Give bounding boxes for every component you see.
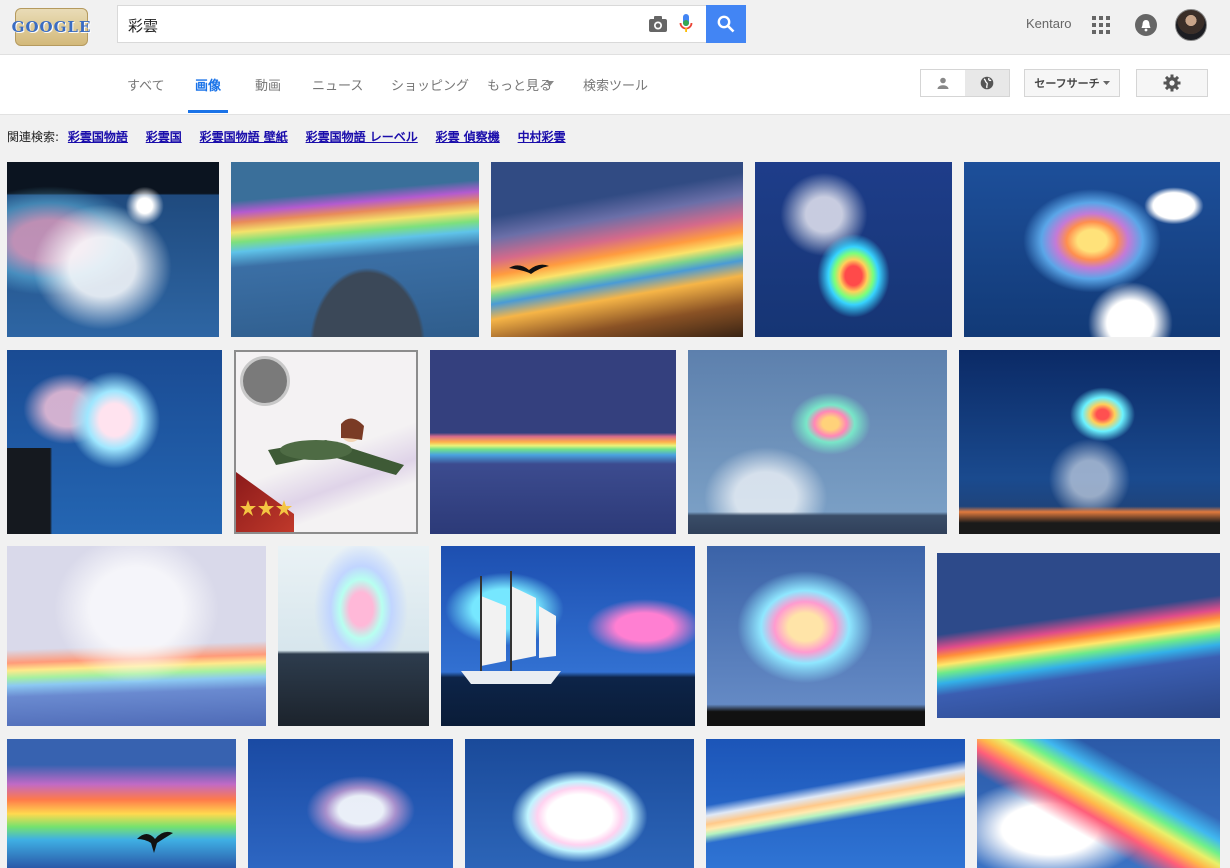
- tab-news[interactable]: ニュース: [312, 75, 363, 113]
- related-link[interactable]: 彩雲国物語 壁紙: [200, 130, 288, 144]
- globe-icon: [980, 76, 994, 90]
- tab-shopping[interactable]: ショッピング: [391, 75, 469, 113]
- image-iridescent-arc[interactable]: [231, 162, 479, 337]
- related-link[interactable]: 彩雲国物語: [68, 130, 128, 144]
- search-box[interactable]: [117, 5, 707, 43]
- image-rainbow-band[interactable]: [430, 350, 676, 534]
- google-logo[interactable]: GOOGLE: [12, 8, 90, 46]
- stars-icon: [240, 500, 292, 516]
- image-bright-rainbow-clouds[interactable]: [977, 739, 1220, 868]
- image-thin-rainbow-streak[interactable]: [688, 350, 947, 534]
- personal-results-button[interactable]: [921, 70, 965, 96]
- search-button[interactable]: [706, 5, 746, 43]
- related-link[interactable]: 彩雲国物語 レーベル: [306, 130, 418, 144]
- gear-icon: [1163, 74, 1181, 92]
- notifications-bell-icon[interactable]: [1135, 14, 1157, 36]
- related-link[interactable]: 彩雲 偵察機: [436, 130, 500, 144]
- tab-search-tools[interactable]: 検索ツール: [583, 75, 648, 113]
- tab-all[interactable]: すべて: [127, 75, 165, 113]
- related-searches: 関連検索: 彩雲国物語 彩雲国 彩雲国物語 壁紙 彩雲国物語 レーベル 彩雲 偵…: [7, 128, 580, 145]
- top-bar: GOOGLE Kentaro: [0, 0, 1230, 55]
- image-iridescent-cloud-sun[interactable]: [7, 162, 219, 337]
- chevron-down-icon: [546, 81, 554, 86]
- safesearch-button[interactable]: セーフサーチ: [1024, 69, 1120, 97]
- apps-grid-icon[interactable]: [1092, 16, 1110, 34]
- image-sunset-rainbow-bird[interactable]: [491, 162, 743, 337]
- image-night-rainbow-swirl[interactable]: [959, 350, 1220, 534]
- image-pastel-clouds-trees[interactable]: [707, 546, 925, 726]
- bird-icon: [509, 264, 549, 274]
- tab-more[interactable]: もっと見る: [487, 75, 552, 113]
- nav-bar: すべて 画像 動画 ニュース ショッピング もっと見る 検索ツール セーフサーチ: [0, 55, 1230, 115]
- avatar[interactable]: [1175, 9, 1207, 41]
- global-results-button[interactable]: [965, 70, 1009, 96]
- search-input[interactable]: [126, 10, 640, 40]
- camera-icon[interactable]: [648, 15, 668, 33]
- image-cloud-building[interactable]: [7, 350, 222, 534]
- image-tall-ship[interactable]: [441, 546, 695, 726]
- microphone-icon[interactable]: [679, 13, 693, 35]
- image-vivid-rainbow-band[interactable]: [937, 553, 1220, 718]
- tab-images[interactable]: 画像: [188, 75, 229, 113]
- related-link[interactable]: 彩雲国: [146, 130, 182, 144]
- safesearch-label: セーフサーチ: [1034, 77, 1100, 90]
- image-wispy-rainbow[interactable]: [248, 739, 453, 868]
- image-mountain-iridescent[interactable]: [278, 546, 429, 726]
- user-name[interactable]: Kentaro: [1026, 16, 1072, 31]
- image-pastel-rainbow[interactable]: [7, 546, 266, 726]
- bird-icon: [137, 831, 173, 853]
- logo-text: GOOGLE: [11, 18, 92, 36]
- image-fire-rainbow-feathers[interactable]: [964, 162, 1220, 337]
- results-filter-toggle: [920, 69, 1010, 97]
- person-icon: [937, 77, 949, 89]
- image-rainbow-eagle[interactable]: [7, 739, 236, 868]
- image-anime-plane-card[interactable]: [234, 350, 418, 534]
- bell-shape-icon: [1141, 19, 1151, 31]
- related-link[interactable]: 中村彩雲: [518, 130, 566, 144]
- settings-button[interactable]: [1136, 69, 1208, 97]
- ship-icon: [461, 571, 561, 684]
- related-searches-label: 関連検索:: [7, 130, 60, 144]
- search-icon: [717, 15, 735, 33]
- tab-videos[interactable]: 動画: [255, 75, 281, 113]
- airplane-icon: [268, 418, 404, 475]
- chevron-down-icon: [1102, 81, 1110, 85]
- image-cloud-band[interactable]: [465, 739, 694, 868]
- image-cirrus-rainbow[interactable]: [706, 739, 965, 868]
- image-rainbow-plume[interactable]: [755, 162, 952, 337]
